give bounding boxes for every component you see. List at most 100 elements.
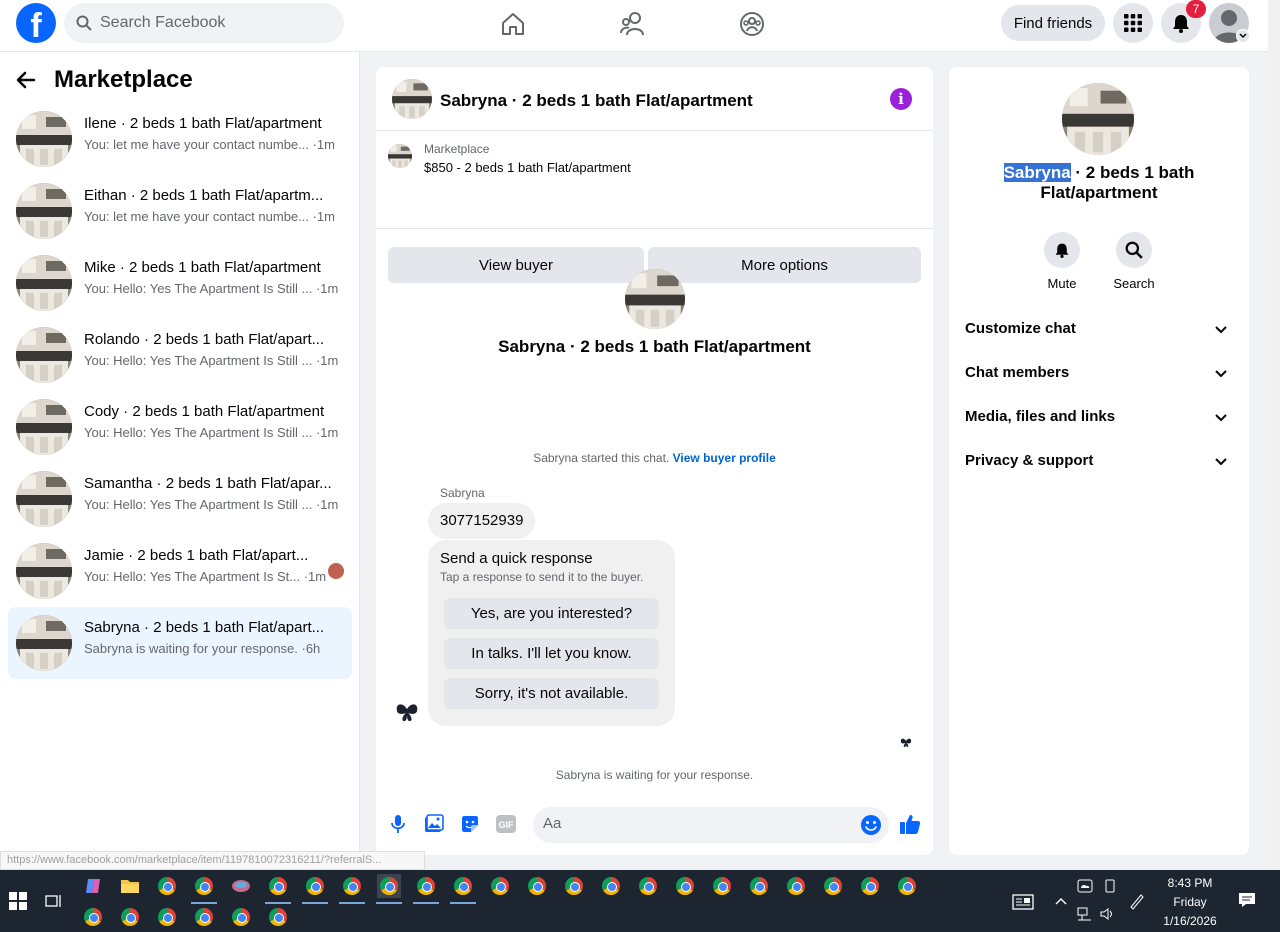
back-arrow-icon[interactable]: [16, 70, 36, 90]
chrome-icon[interactable]: [155, 905, 179, 929]
clock-date: 1/16/2026: [1163, 914, 1217, 928]
more-options-button[interactable]: More options: [648, 247, 921, 283]
media-files-links-section[interactable]: Media, files and links: [965, 408, 1233, 432]
mute-button[interactable]: Mute: [1032, 232, 1092, 291]
conversation-preview: Sabryna is waiting for your response. ·6…: [84, 641, 321, 656]
notification-badge: 7: [1186, 0, 1206, 18]
conversation-preview: You: Hello: Yes The Apartment Is Still .…: [84, 425, 339, 440]
conversation-avatar: [16, 399, 72, 455]
chrome-icon[interactable]: [81, 905, 105, 929]
chrome-icon[interactable]: [414, 874, 438, 898]
chrome-icon[interactable]: [229, 905, 253, 929]
chrome-icon[interactable]: [377, 874, 401, 898]
chrome-icon[interactable]: [673, 874, 697, 898]
chrome-icon[interactable]: [895, 874, 919, 898]
chat-panel: Sabryna · 2 beds 1 bath Flat/apartment i…: [376, 67, 933, 855]
conversation-item[interactable]: Eithan · 2 beds 1 bath Flat/apartm... You…: [8, 175, 352, 247]
quick-response-button[interactable]: Sorry, it's not available.: [444, 678, 659, 709]
chevron-up-icon[interactable]: [1055, 894, 1067, 908]
quick-response-button[interactable]: Yes, are you interested?: [444, 598, 659, 629]
chrome-icon[interactable]: [340, 874, 364, 898]
search-input[interactable]: [100, 14, 320, 32]
photo-icon[interactable]: [423, 813, 445, 835]
customize-chat-section[interactable]: Customize chat: [965, 320, 1233, 344]
chrome-icon[interactable]: [562, 874, 586, 898]
chrome-icon[interactable]: [266, 905, 290, 929]
info-icon[interactable]: i: [890, 88, 912, 110]
chrome-icon[interactable]: [155, 874, 179, 898]
chrome-icon[interactable]: [784, 874, 808, 898]
listing-thumbnail[interactable]: [388, 144, 412, 168]
running-indicator: [265, 902, 291, 904]
section-label: Customize chat: [965, 320, 1076, 337]
message-input[interactable]: [543, 815, 843, 832]
chrome-icon[interactable]: [525, 874, 549, 898]
conversation-item[interactable]: Rolando · 2 beds 1 bath Flat/apart... You…: [8, 319, 352, 391]
view-buyer-button[interactable]: View buyer: [388, 247, 644, 283]
chrome-icon[interactable]: [451, 874, 475, 898]
pen-icon[interactable]: [1128, 892, 1146, 913]
chat-avatar[interactable]: [392, 79, 432, 119]
sender-avatar-butterfly-icon[interactable]: [395, 701, 419, 725]
conversation-item[interactable]: Samantha · 2 beds 1 bath Flat/apar... You…: [8, 463, 352, 535]
find-friends-button[interactable]: Find friends: [1001, 5, 1105, 41]
search-bar[interactable]: [64, 3, 344, 43]
chrome-icon[interactable]: [636, 874, 660, 898]
gif-icon[interactable]: GIF: [495, 813, 517, 835]
quick-response-button[interactable]: In talks. I'll let you know.: [444, 638, 659, 669]
search-icon: [1125, 241, 1143, 259]
chrome-icon[interactable]: [118, 905, 142, 929]
menu-grid-icon[interactable]: [1113, 3, 1153, 43]
task-view-icon[interactable]: [42, 889, 66, 913]
app-icon[interactable]: [229, 874, 253, 898]
chrome-icon[interactable]: [747, 874, 771, 898]
chrome-icon[interactable]: [303, 874, 327, 898]
conversation-item[interactable]: Sabryna · 2 beds 1 bath Flat/apart... Sab…: [8, 607, 352, 679]
friends-icon[interactable]: [615, 8, 651, 40]
notification-center-icon[interactable]: [1238, 892, 1256, 911]
file-explorer-icon[interactable]: [118, 874, 142, 898]
account-chevron-down-icon[interactable]: [1236, 29, 1250, 43]
network-icon[interactable]: [1077, 907, 1093, 924]
view-buyer-profile-link[interactable]: View buyer profile: [673, 451, 776, 465]
message-composer[interactable]: [533, 807, 889, 843]
conversation-avatar: [16, 111, 72, 167]
conversation-item[interactable]: Ilene · 2 beds 1 bath Flat/apartment You:…: [8, 103, 352, 175]
chrome-icon[interactable]: [192, 874, 216, 898]
chat-title[interactable]: Sabryna · 2 beds 1 bath Flat/apartment: [440, 91, 753, 111]
volume-icon[interactable]: [1100, 907, 1116, 924]
page-scrollbar[interactable]: [1268, 0, 1280, 870]
chrome-icon[interactable]: [488, 874, 512, 898]
chevron-down-icon: [1215, 370, 1227, 378]
chrome-icon[interactable]: [599, 874, 623, 898]
windows-start-icon[interactable]: [6, 889, 30, 913]
conversation-item[interactable]: Jamie · 2 beds 1 bath Flat/apart... You: …: [8, 535, 352, 607]
sticker-icon[interactable]: [459, 813, 481, 835]
clock[interactable]: 8:43 PM Friday 1/16/2026: [1160, 876, 1220, 928]
news-widget-icon[interactable]: [1012, 894, 1034, 913]
conversation-item[interactable]: Mike · 2 beds 1 bath Flat/apartment You: …: [8, 247, 352, 319]
thumbs-up-icon[interactable]: [899, 813, 921, 835]
chrome-icon[interactable]: [858, 874, 882, 898]
search-conversation-button[interactable]: Search: [1104, 232, 1164, 291]
message-bubble[interactable]: 3077152939: [428, 503, 536, 539]
conversation-item[interactable]: Cody · 2 beds 1 bath Flat/apartment You: …: [8, 391, 352, 463]
chrome-icon[interactable]: [266, 874, 290, 898]
microphone-icon[interactable]: [387, 813, 409, 835]
chat-members-section[interactable]: Chat members: [965, 364, 1233, 388]
listing-price[interactable]: $850 - 2 beds 1 bath Flat/apartment: [424, 160, 631, 175]
home-icon[interactable]: [495, 8, 531, 40]
chrome-icon[interactable]: [192, 905, 216, 929]
seen-avatar: [328, 563, 344, 579]
groups-icon[interactable]: [734, 8, 770, 40]
chrome-icon[interactable]: [710, 874, 734, 898]
chrome-icon[interactable]: [821, 874, 845, 898]
mute-label: Mute: [1047, 276, 1077, 291]
privacy-support-section[interactable]: Privacy & support: [965, 452, 1233, 476]
facebook-logo[interactable]: f: [16, 3, 56, 43]
emoji-icon[interactable]: [860, 814, 882, 836]
device-icon[interactable]: [1103, 879, 1117, 896]
onedrive-icon[interactable]: [1077, 879, 1093, 896]
details-avatar[interactable]: [1062, 83, 1134, 155]
copilot-icon[interactable]: [81, 874, 105, 898]
